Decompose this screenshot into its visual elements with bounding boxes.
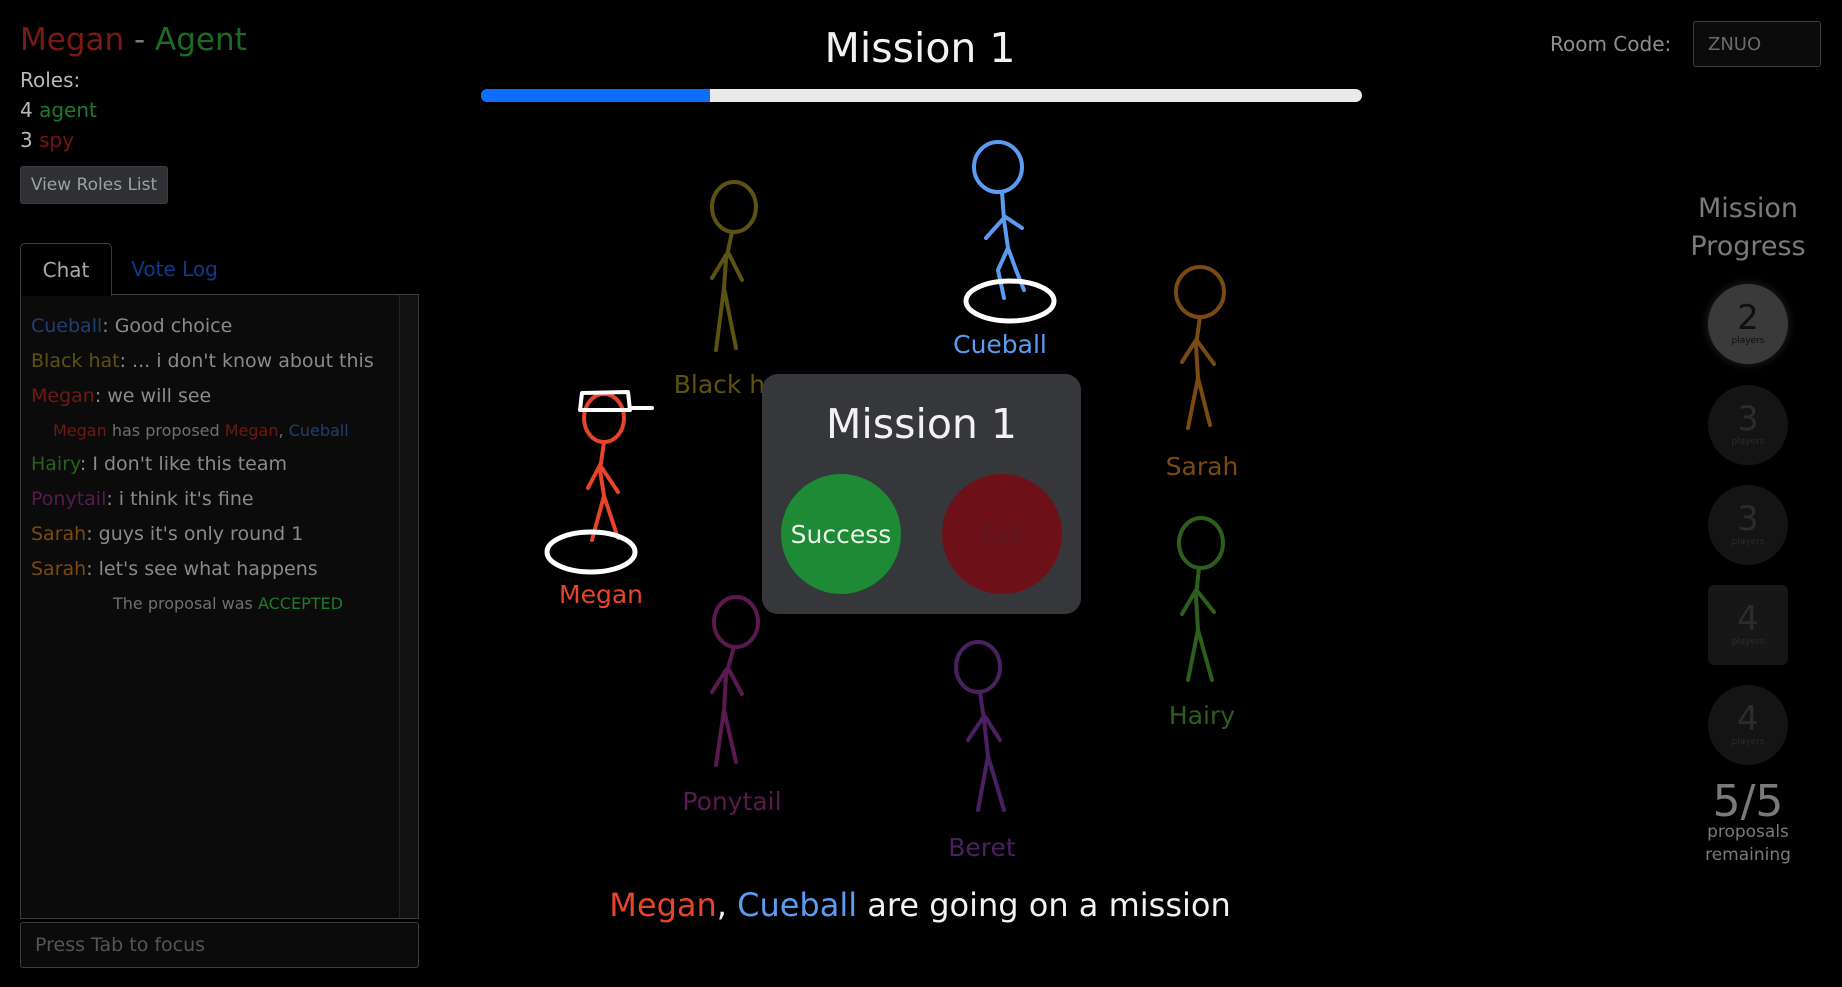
proposals-remaining-count: 5/5 <box>1712 776 1784 827</box>
player-figure-black-hat[interactable] <box>710 180 758 352</box>
mission-2-indicator[interactable]: 3 players <box>1708 385 1788 465</box>
role-count-spy: 3 spy <box>20 128 74 152</box>
proposal-result: The proposal was ACCEPTED <box>113 594 343 613</box>
chat-message: Black hat: ... i don't know about this <box>31 350 374 372</box>
tab-chat[interactable]: Chat <box>20 243 112 296</box>
chat-input[interactable]: Press Tab to focus <box>20 922 419 968</box>
chat-scrollbar[interactable] <box>399 295 418 918</box>
player-label-hairy: Hairy <box>1168 701 1236 730</box>
role-count-agent: 4 agent <box>20 98 97 122</box>
chat-log[interactable]: Cueball: Good choice Black hat: ... i do… <box>20 294 419 919</box>
mission-progress-title: Mission Progress <box>1690 193 1806 262</box>
player-figure-ponytail[interactable] <box>710 595 760 767</box>
mission-status-text: Megan, Cueball are going on a mission <box>609 886 1231 924</box>
mission-5-indicator[interactable]: 4 players <box>1708 685 1788 765</box>
player-label-ponytail: Ponytail <box>682 787 782 816</box>
roles-label: Roles: <box>20 68 81 92</box>
fail-button[interactable]: Fail <box>942 474 1062 594</box>
player-name: Megan <box>20 22 125 58</box>
mission-1-indicator[interactable]: 2 players <box>1708 284 1788 364</box>
mission-progress-bar <box>481 89 1362 102</box>
chat-message: Sarah: guys it's only round 1 <box>31 523 304 545</box>
mission-4-indicator[interactable]: 4 players <box>1708 585 1788 665</box>
spy-label: spy <box>39 128 75 152</box>
player-figure-cueball[interactable] <box>963 140 1057 324</box>
player-label-megan: Megan <box>559 580 643 609</box>
status-player-2: Cueball <box>737 886 858 924</box>
player-label-sarah: Sarah <box>1165 452 1239 481</box>
page-title: Mission 1 <box>824 24 1016 72</box>
agent-count: 4 <box>20 98 33 122</box>
chat-message: Megan: we will see <box>31 385 212 407</box>
room-code-value: ZNUO <box>1708 33 1762 55</box>
mission-vote-dialog: Mission 1 Success Fail <box>762 374 1081 614</box>
tab-vote-log[interactable]: Vote Log <box>112 243 237 295</box>
view-roles-button[interactable]: View Roles List <box>20 166 168 204</box>
player-figure-sarah[interactable] <box>1174 265 1226 430</box>
spy-count: 3 <box>20 128 33 152</box>
chat-message: Ponytail: i think it's fine <box>31 488 254 510</box>
proposals-remaining-label: proposals remaining <box>1705 822 1791 865</box>
title-separator: - <box>134 22 146 58</box>
agent-label: agent <box>39 98 97 122</box>
vote-dialog-title: Mission 1 <box>825 400 1018 448</box>
success-button[interactable]: Success <box>781 474 901 594</box>
player-identity: Megan - Agent <box>20 22 247 58</box>
player-label-beret: Beret <box>948 833 1016 862</box>
player-figure-megan[interactable] <box>544 390 654 575</box>
player-label-cueball: Cueball <box>953 330 1047 359</box>
room-code-field[interactable]: ZNUO <box>1693 21 1821 67</box>
chat-message: Hairy: I don't like this team <box>31 453 288 475</box>
chat-message: Cueball: Good choice <box>31 315 233 337</box>
status-player-1: Megan <box>609 886 717 924</box>
proposal-notice: Megan has proposed Megan, Cueball <box>53 421 349 440</box>
room-code-label: Room Code: <box>1550 32 1672 56</box>
chat-input-placeholder: Press Tab to focus <box>35 934 206 956</box>
player-figure-hairy[interactable] <box>1177 516 1225 682</box>
player-role: Agent <box>155 22 247 58</box>
chat-message: Sarah: let's see what happens <box>31 558 318 580</box>
player-figure-beret[interactable] <box>954 640 1006 812</box>
mission-progress-fill <box>481 89 711 102</box>
status-suffix: are going on a mission <box>867 886 1231 924</box>
mission-3-indicator[interactable]: 3 players <box>1708 485 1788 565</box>
